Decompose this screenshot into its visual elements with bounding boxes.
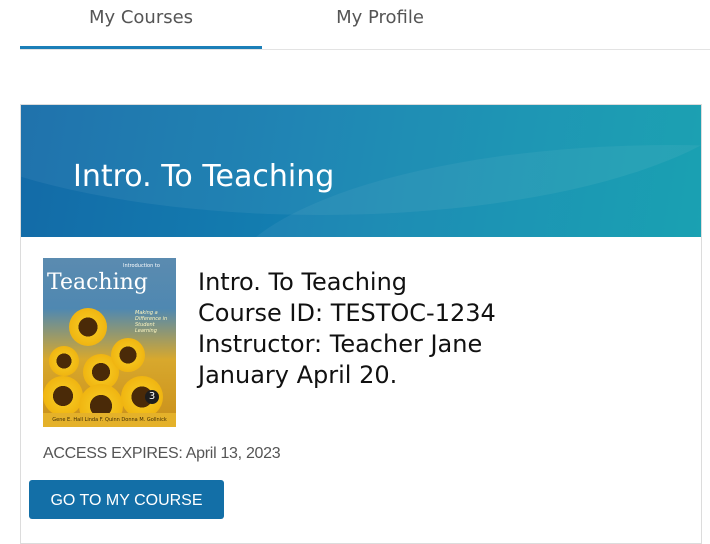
- sunflower-image: [111, 338, 145, 372]
- tab-my-courses[interactable]: My Courses: [20, 0, 262, 49]
- access-expires-text: ACCESS EXPIRES: April 13, 2023: [43, 445, 281, 462]
- go-to-my-course-button[interactable]: GO TO MY COURSE: [29, 480, 224, 519]
- edition-badge: 3: [145, 390, 159, 404]
- course-instructor: Instructor: Teacher Jane: [198, 330, 483, 358]
- banner-course-title: Intro. To Teaching: [73, 159, 335, 194]
- course-tabs: My Courses My Profile: [20, 0, 710, 50]
- book-cover-image[interactable]: Introduction to Teaching Making a Differ…: [43, 258, 176, 427]
- cover-authors: Gene E. Hall Linda F. Quinn Donna M. Gol…: [43, 413, 176, 427]
- course-dates: January April 20.: [198, 361, 398, 389]
- course-banner: Intro. To Teaching: [21, 105, 701, 237]
- cover-subtitle: Making a Difference in Student Learning: [135, 310, 168, 334]
- sunflower-image: [43, 376, 83, 416]
- sunflower-image: [69, 308, 107, 346]
- course-id: Course ID: TESTOC-1234: [198, 299, 496, 327]
- tab-my-profile[interactable]: My Profile: [262, 0, 498, 48]
- cover-intro-text: Introduction to: [123, 263, 160, 269]
- cover-title: Teaching: [47, 270, 148, 295]
- sunflower-image: [49, 346, 79, 376]
- course-info: Intro. To Teaching Course ID: TESTOC-123…: [198, 267, 496, 391]
- course-name: Intro. To Teaching: [198, 268, 408, 296]
- course-card: Intro. To Teaching Introduction to Teach…: [20, 104, 702, 544]
